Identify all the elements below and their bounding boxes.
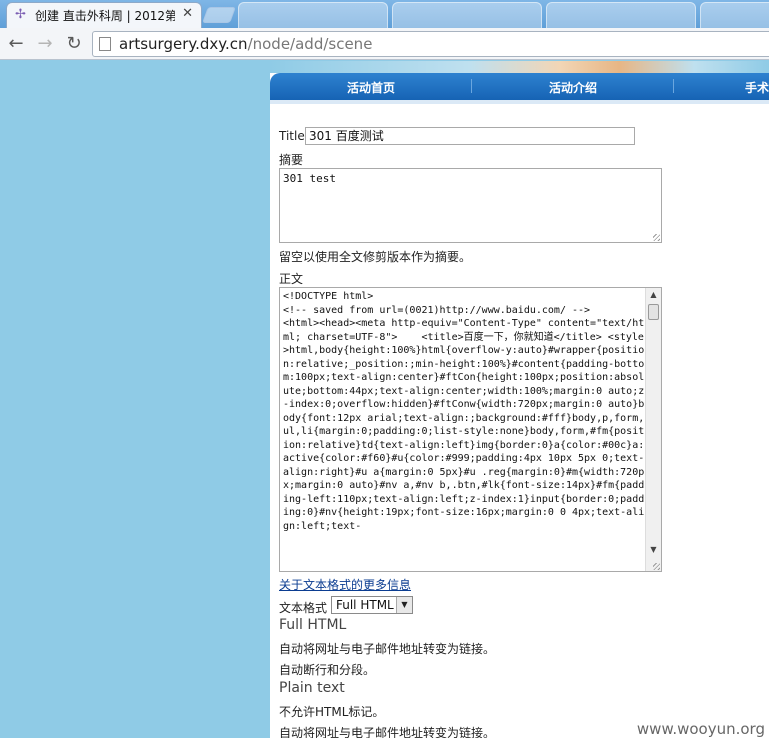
summary-label: 摘要: [279, 153, 304, 167]
format-name: Plain text: [279, 680, 345, 696]
site-nav-bar: 活动首页 活动介绍 手术: [270, 73, 769, 100]
summary-help-text: 留空以使用全文修剪版本作为摘要。: [279, 250, 472, 264]
title-label: Title: [279, 129, 305, 143]
browser-tabstrip: ✢ 创建 直击外科周 | 2012第 ✕: [0, 0, 769, 28]
scroll-up-icon[interactable]: ▲: [646, 288, 661, 302]
nav-separator: [471, 79, 472, 93]
title-input[interactable]: 301 百度测试: [305, 127, 635, 145]
format-note: 自动断行和分段。: [279, 663, 376, 677]
forward-arrow-icon[interactable]: →: [33, 32, 57, 56]
page-content: 活动首页 活动介绍 手术 Title 301 百度测试 摘要 301 test …: [270, 61, 769, 738]
browser-tab[interactable]: [392, 2, 542, 28]
format-select[interactable]: Full HTML ▼: [331, 596, 413, 614]
scroll-down-icon[interactable]: ▼: [646, 543, 661, 557]
body-label: 正文: [279, 272, 304, 286]
browser-tab[interactable]: [546, 2, 696, 28]
nav-underline: [270, 100, 769, 104]
body-scrollbar[interactable]: ▲ ▼: [645, 288, 661, 571]
format-selected-value: Full HTML: [336, 598, 394, 612]
scrollbar-thumb[interactable]: [648, 304, 659, 320]
watermark-text: www.wooyun.org: [636, 720, 765, 738]
browser-toolbar: ← → ↻ artsurgery.dxy.cn/node/add/scene: [0, 28, 769, 60]
site-banner: [270, 61, 769, 73]
format-note: 自动将网址与电子邮件地址转变为链接。: [279, 726, 496, 738]
page-icon: [99, 37, 111, 51]
resize-grip-icon[interactable]: [653, 234, 660, 241]
nav-separator: [673, 79, 674, 93]
nav-item-home[interactable]: 活动首页: [347, 79, 395, 96]
nav-item-surgery[interactable]: 手术: [745, 79, 769, 96]
format-label: 文本格式: [279, 601, 328, 615]
format-help-link[interactable]: 关于文本格式的更多信息: [279, 576, 411, 593]
format-note: 不允许HTML标记。: [279, 705, 385, 719]
site-favicon-icon: ✢: [15, 7, 26, 22]
body-text: <!DOCTYPE html> <!-- saved from url=(002…: [283, 291, 645, 532]
browser-tab[interactable]: [700, 2, 769, 28]
summary-textarea[interactable]: 301 test: [279, 168, 662, 243]
format-note: 自动将网址与电子邮件地址转变为链接。: [279, 642, 496, 656]
address-bar[interactable]: artsurgery.dxy.cn/node/add/scene: [92, 31, 769, 57]
back-arrow-icon[interactable]: ←: [4, 32, 28, 56]
url-path: /node/add/scene: [247, 35, 373, 53]
close-tab-icon[interactable]: ✕: [182, 6, 193, 21]
nav-item-intro[interactable]: 活动介绍: [549, 79, 597, 96]
reload-icon[interactable]: ↻: [62, 32, 86, 56]
browser-tab-active[interactable]: ✢ 创建 直击外科周 | 2012第 ✕: [6, 2, 202, 28]
resize-grip-icon[interactable]: [653, 563, 660, 570]
new-tab-button[interactable]: [202, 7, 236, 23]
tab-title: 创建 直击外科周 | 2012第: [35, 9, 175, 23]
body-textarea[interactable]: <!DOCTYPE html> <!-- saved from url=(002…: [279, 287, 662, 572]
chevron-down-icon[interactable]: ▼: [396, 597, 412, 613]
address-url: artsurgery.dxy.cn/node/add/scene: [119, 35, 372, 53]
summary-text: 301 test: [283, 172, 336, 185]
browser-tab[interactable]: [238, 2, 388, 28]
url-domain: artsurgery.dxy.cn: [119, 35, 248, 53]
format-name: Full HTML: [279, 617, 347, 633]
